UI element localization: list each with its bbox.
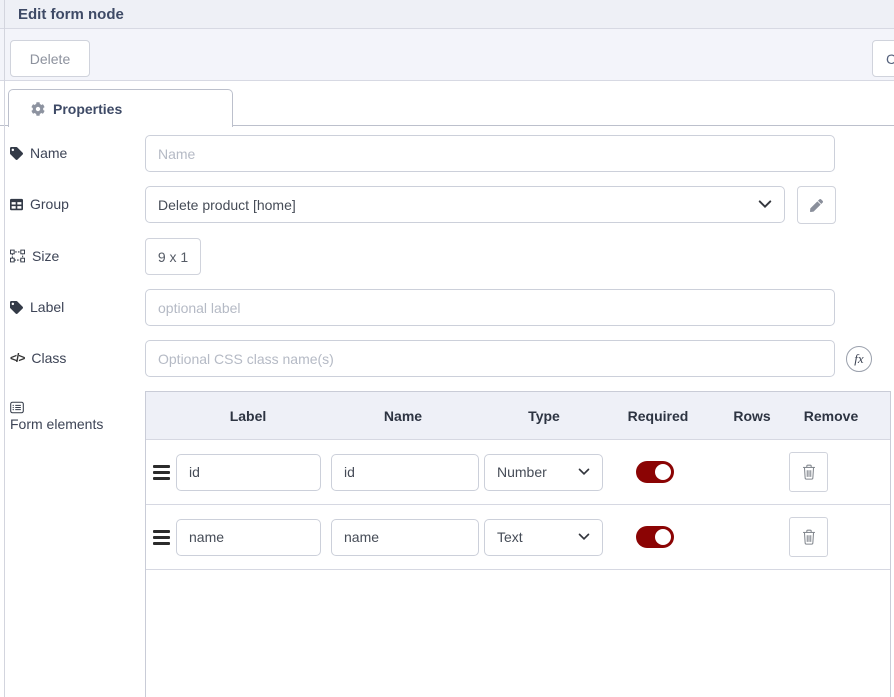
class-input[interactable]	[145, 340, 835, 377]
element-label-input[interactable]	[176, 454, 321, 491]
tab-properties[interactable]: Properties	[8, 89, 233, 127]
header-required: Required	[628, 408, 689, 424]
group-select[interactable]: Delete product [home]	[145, 186, 785, 223]
tab-properties-label: Properties	[53, 101, 122, 117]
element-name-input[interactable]	[331, 454, 479, 491]
group-row: Group Delete product [home]	[10, 186, 894, 224]
element-type-select[interactable]: Text	[484, 519, 603, 556]
header-label: Label	[230, 408, 267, 424]
form-elements-label: Form elements	[10, 391, 145, 432]
list-alt-icon	[10, 401, 24, 414]
edit-group-button[interactable]	[797, 186, 836, 224]
size-label: Size	[10, 238, 145, 264]
name-label: Name	[10, 135, 145, 161]
cancel-button[interactable]: Cancel	[872, 40, 894, 77]
dialog-toolbar: Delete Cancel	[0, 29, 894, 81]
object-group-icon	[10, 249, 25, 263]
required-toggle[interactable]	[636, 526, 674, 548]
drag-handle-icon[interactable]	[153, 527, 173, 548]
pencil-icon	[810, 199, 823, 212]
fx-expression-button[interactable]: fx	[846, 346, 872, 372]
class-row: </> Class fx	[10, 340, 894, 377]
label-row: Label	[10, 289, 894, 326]
dialog-title: Edit form node	[18, 6, 124, 23]
properties-form: Name Group Delete product [home]	[0, 126, 894, 697]
table-header: Label Name Type Required Rows Remove	[146, 392, 890, 440]
element-label-input[interactable]	[176, 519, 321, 556]
header-type: Type	[528, 408, 560, 424]
dialog-titlebar: Edit form node	[0, 0, 894, 29]
form-elements-row: Form elements Label Name Type Required R…	[10, 391, 894, 697]
remove-element-button[interactable]	[789, 452, 828, 492]
delete-button[interactable]: Delete	[10, 40, 90, 77]
tray-edge-divider	[4, 0, 5, 697]
label-input[interactable]	[145, 289, 835, 326]
header-rows: Rows	[733, 408, 770, 424]
edit-form-node-dialog: Edit form node Delete Cancel Properties …	[0, 0, 894, 697]
chevron-down-icon	[578, 533, 590, 541]
remove-element-button[interactable]	[789, 517, 828, 557]
header-remove: Remove	[804, 408, 858, 424]
label-label: Label	[10, 289, 145, 315]
size-button[interactable]: 9 x 1	[145, 238, 201, 275]
element-name-input[interactable]	[331, 519, 479, 556]
trash-icon	[802, 464, 816, 480]
header-name: Name	[384, 408, 422, 424]
code-icon: </>	[10, 351, 24, 365]
table-row: Number	[146, 440, 890, 505]
chevron-down-icon	[758, 200, 772, 209]
name-row: Name	[10, 135, 894, 172]
trash-icon	[802, 529, 816, 545]
chevron-down-icon	[578, 468, 590, 476]
drag-handle-icon[interactable]	[153, 462, 173, 483]
element-type-select[interactable]: Number	[484, 454, 603, 491]
size-row: Size 9 x 1	[10, 238, 894, 275]
class-label: </> Class	[10, 340, 145, 366]
gear-icon	[31, 102, 45, 116]
group-label: Group	[10, 186, 145, 212]
tab-bar: Properties	[0, 81, 894, 126]
table-grid-icon	[10, 198, 23, 211]
table-row: Text	[146, 505, 890, 570]
tag-icon	[10, 147, 23, 160]
name-input[interactable]	[145, 135, 835, 172]
form-elements-table: Label Name Type Required Rows Remove Num…	[145, 391, 891, 697]
tag-icon	[10, 301, 23, 314]
required-toggle[interactable]	[636, 461, 674, 483]
